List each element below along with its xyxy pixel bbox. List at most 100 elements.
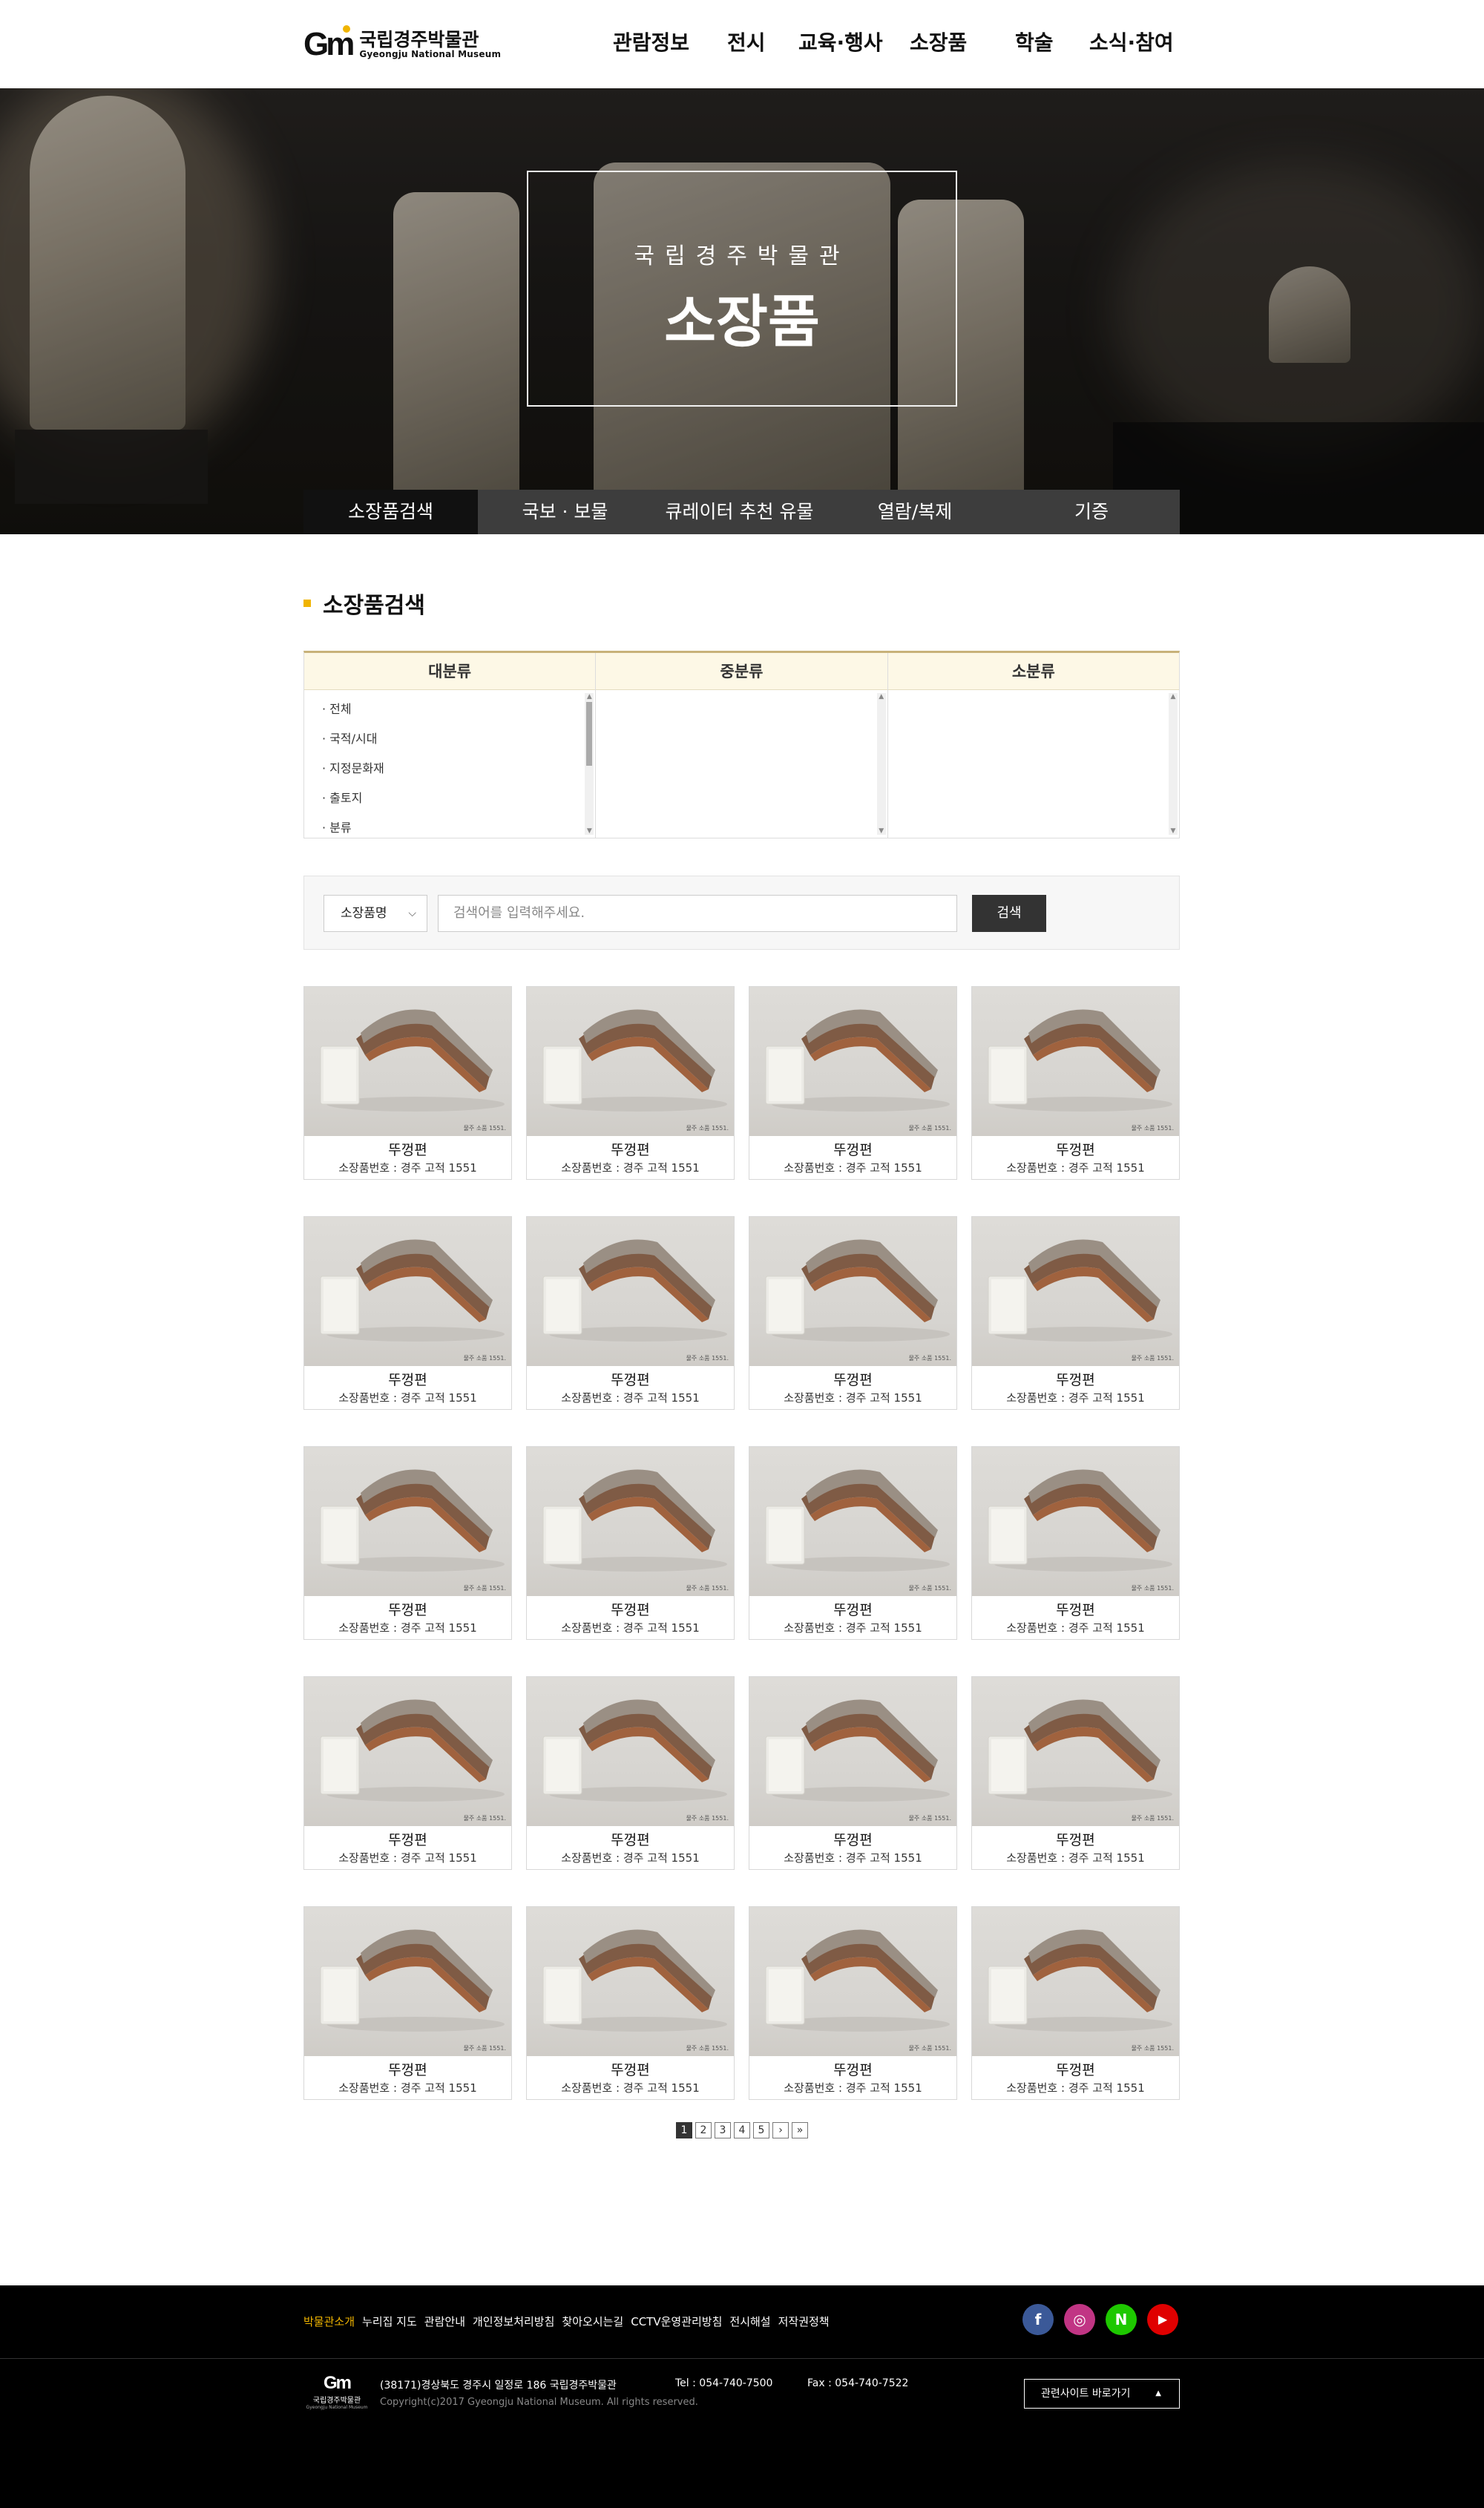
footer-divider bbox=[0, 2358, 1484, 2359]
category-middle-scrollbar[interactable]: ▲ ▼ bbox=[876, 693, 886, 835]
subnav-access-reproduction[interactable]: 열람/복제 bbox=[827, 490, 1003, 534]
collection-item-card[interactable]: 물주 소품 1551. 뚜껑편 소장품번호 : 경주 고적 1551 bbox=[526, 1216, 735, 1410]
item-photo-label: 물주 소품 1551. bbox=[464, 1355, 506, 1362]
sns-links: f ◎ N ▶ bbox=[1022, 2304, 1178, 2335]
footer-link-visit-guide[interactable]: 관람안내 bbox=[424, 2314, 465, 2329]
item-photo-label: 물주 소품 1551. bbox=[686, 1355, 729, 1362]
collection-item-card[interactable]: 물주 소품 1551. 뚜껑편 소장품번호 : 경주 고적 1551 bbox=[749, 986, 957, 1180]
page-4[interactable]: 4 bbox=[734, 2122, 750, 2138]
footer-logo: Gm 국립경주박물관 Gyeongju National Museum bbox=[306, 2373, 368, 2410]
footer-link-sitemap[interactable]: 누리집 지도 bbox=[362, 2314, 417, 2329]
scroll-thumb[interactable] bbox=[586, 702, 593, 766]
naver-icon[interactable]: N bbox=[1106, 2304, 1137, 2335]
collection-item-card[interactable]: 물주 소품 1551. 뚜껑편 소장품번호 : 경주 고적 1551 bbox=[303, 1216, 512, 1410]
collection-item-card[interactable]: 물주 소품 1551. 뚜껑편 소장품번호 : 경주 고적 1551 bbox=[303, 1906, 512, 2100]
search-field-select[interactable]: 소장품명 ⌵ bbox=[324, 895, 427, 932]
collection-item-card[interactable]: 물주 소품 1551. 뚜껑편 소장품번호 : 경주 고적 1551 bbox=[526, 986, 735, 1180]
category-minor-header: 소분류 bbox=[887, 653, 1179, 690]
footer-link-cctv[interactable]: CCTV운영관리방침 bbox=[631, 2314, 722, 2329]
collection-item-card[interactable]: 물주 소품 1551. 뚜껑편 소장품번호 : 경주 고적 1551 bbox=[971, 1906, 1180, 2100]
scroll-up-icon[interactable]: ▲ bbox=[585, 693, 594, 700]
collection-item-card[interactable]: 물주 소품 1551. 뚜껑편 소장품번호 : 경주 고적 1551 bbox=[303, 986, 512, 1180]
item-name: 뚜껑편 bbox=[611, 1142, 650, 1158]
footer-link-directions[interactable]: 찾아오시는길 bbox=[562, 2314, 623, 2329]
collection-item-card[interactable]: 물주 소품 1551. 뚜껑편 소장품번호 : 경주 고적 1551 bbox=[749, 1216, 957, 1410]
category-item-designated-heritage[interactable]: · 지정문화재 bbox=[322, 754, 595, 784]
footer-link-about[interactable]: 박물관소개 bbox=[303, 2314, 355, 2329]
related-sites-select[interactable]: 관련사이트 바로가기 ▲ bbox=[1024, 2379, 1180, 2409]
category-item-all[interactable]: · 전체 bbox=[322, 695, 595, 724]
search-button[interactable]: 검색 bbox=[972, 895, 1046, 932]
category-minor-scrollbar[interactable]: ▲ ▼ bbox=[1168, 693, 1178, 835]
category-middle-list[interactable]: ▲ ▼ bbox=[596, 690, 887, 838]
footer-links: 박물관소개 누리집 지도 관람안내 개인정보처리방침 찾아오시는길 CCTV운영… bbox=[303, 2314, 830, 2329]
scroll-down-icon[interactable]: ▼ bbox=[1169, 827, 1178, 835]
collection-item-card[interactable]: 물주 소품 1551. 뚜껑편 소장품번호 : 경주 고적 1551 bbox=[971, 1446, 1180, 1640]
collection-item-card[interactable]: 물주 소품 1551. 뚜껑편 소장품번호 : 경주 고적 1551 bbox=[971, 1216, 1180, 1410]
nav-collection[interactable]: 소장품 bbox=[910, 27, 967, 56]
museum-logo[interactable]: Gm 국립경주박물관 Gyeongju National Museum bbox=[303, 22, 501, 67]
category-item-nation-era[interactable]: · 국적/시대 bbox=[322, 724, 595, 754]
item-name: 뚜껑편 bbox=[611, 1372, 650, 1388]
scroll-up-icon[interactable]: ▲ bbox=[877, 693, 886, 700]
last-page-icon[interactable]: » bbox=[792, 2122, 808, 2138]
item-number: 소장품번호 : 경주 고적 1551 bbox=[338, 1391, 477, 1405]
youtube-icon[interactable]: ▶ bbox=[1147, 2304, 1178, 2335]
nav-visit-info[interactable]: 관람정보 bbox=[613, 27, 689, 56]
collection-item-card[interactable]: 물주 소품 1551. 뚜껑편 소장품번호 : 경주 고적 1551 bbox=[526, 1676, 735, 1870]
item-number: 소장품번호 : 경주 고적 1551 bbox=[561, 1851, 700, 1865]
item-photo: 물주 소품 1551. bbox=[527, 1447, 734, 1596]
pagination: 1 2 3 4 5 › » bbox=[676, 2122, 808, 2138]
collection-item-card[interactable]: 물주 소품 1551. 뚜껑편 소장품번호 : 경주 고적 1551 bbox=[303, 1446, 512, 1640]
page-2[interactable]: 2 bbox=[695, 2122, 712, 2138]
instagram-icon[interactable]: ◎ bbox=[1064, 2304, 1095, 2335]
footer-tel: Tel : 054-740-7500 bbox=[675, 2377, 773, 2389]
subnav-collection-search[interactable]: 소장품검색 bbox=[303, 490, 478, 534]
collection-item-card[interactable]: 물주 소품 1551. 뚜껑편 소장품번호 : 경주 고적 1551 bbox=[749, 1906, 957, 2100]
footer-fax: Fax : 054-740-7522 bbox=[807, 2377, 909, 2389]
item-name: 뚜껑편 bbox=[388, 1142, 427, 1158]
page-3[interactable]: 3 bbox=[715, 2122, 731, 2138]
scroll-down-icon[interactable]: ▼ bbox=[585, 827, 594, 835]
category-item-classification[interactable]: · 분류 bbox=[322, 813, 595, 843]
item-photo: 물주 소품 1551. bbox=[972, 1447, 1179, 1596]
subnav-donation[interactable]: 기증 bbox=[1003, 490, 1180, 534]
page-1[interactable]: 1 bbox=[676, 2122, 692, 2138]
item-name: 뚜껑편 bbox=[388, 1832, 427, 1848]
item-photo: 물주 소품 1551. bbox=[304, 1217, 511, 1366]
next-page-icon[interactable]: › bbox=[772, 2122, 789, 2138]
scroll-down-icon[interactable]: ▼ bbox=[877, 827, 886, 835]
category-major-scrollbar[interactable]: ▲ ▼ bbox=[585, 693, 594, 835]
scroll-up-icon[interactable]: ▲ bbox=[1169, 693, 1178, 700]
subnav-national-treasures[interactable]: 국보 · 보물 bbox=[478, 490, 652, 534]
nav-education-events[interactable]: 교육·행사 bbox=[798, 27, 883, 56]
collection-item-card[interactable]: 물주 소품 1551. 뚜껑편 소장품번호 : 경주 고적 1551 bbox=[749, 1676, 957, 1870]
category-item-excavation-site[interactable]: · 출토지 bbox=[322, 784, 595, 813]
facebook-icon[interactable]: f bbox=[1022, 2304, 1054, 2335]
footer-copyright: Copyright(c)2017 Gyeongju National Museu… bbox=[380, 2397, 698, 2408]
item-name: 뚜껑편 bbox=[388, 2062, 427, 2078]
item-photo: 물주 소품 1551. bbox=[972, 1217, 1179, 1366]
category-minor-list[interactable]: ▲ ▼ bbox=[888, 690, 1179, 838]
item-photo-label: 물주 소품 1551. bbox=[686, 2045, 729, 2052]
collection-item-card[interactable]: 물주 소품 1551. 뚜껑편 소장품번호 : 경주 고적 1551 bbox=[526, 1906, 735, 2100]
footer-link-exhibit-guide[interactable]: 전시해설 bbox=[729, 2314, 770, 2329]
category-minor-column: 소분류 ▲ ▼ bbox=[887, 653, 1179, 838]
item-photo-label: 물주 소품 1551. bbox=[909, 2045, 951, 2052]
collection-item-card[interactable]: 물주 소품 1551. 뚜껑편 소장품번호 : 경주 고적 1551 bbox=[971, 986, 1180, 1180]
search-input[interactable]: 검색어를 입력해주세요. bbox=[438, 895, 957, 932]
item-photo: 물주 소품 1551. bbox=[749, 987, 956, 1136]
collection-item-card[interactable]: 물주 소품 1551. 뚜껑편 소장품번호 : 경주 고적 1551 bbox=[526, 1446, 735, 1640]
collection-item-card[interactable]: 물주 소품 1551. 뚜껑편 소장품번호 : 경주 고적 1551 bbox=[303, 1676, 512, 1870]
nav-research[interactable]: 학술 bbox=[1015, 27, 1054, 56]
footer-link-privacy[interactable]: 개인정보처리방침 bbox=[473, 2314, 554, 2329]
page-5[interactable]: 5 bbox=[753, 2122, 769, 2138]
footer-link-copyright[interactable]: 저작권정책 bbox=[778, 2314, 830, 2329]
nav-exhibition[interactable]: 전시 bbox=[727, 27, 766, 56]
nav-news-participation[interactable]: 소식·참여 bbox=[1089, 27, 1174, 56]
subnav-curator-picks[interactable]: 큐레이터 추천 유물 bbox=[652, 490, 827, 534]
item-number: 소장품번호 : 경주 고적 1551 bbox=[1006, 1851, 1145, 1865]
collection-item-card[interactable]: 물주 소품 1551. 뚜껑편 소장품번호 : 경주 고적 1551 bbox=[971, 1676, 1180, 1870]
collection-item-card[interactable]: 물주 소품 1551. 뚜껑편 소장품번호 : 경주 고적 1551 bbox=[749, 1446, 957, 1640]
item-number: 소장품번호 : 경주 고적 1551 bbox=[784, 1161, 922, 1175]
